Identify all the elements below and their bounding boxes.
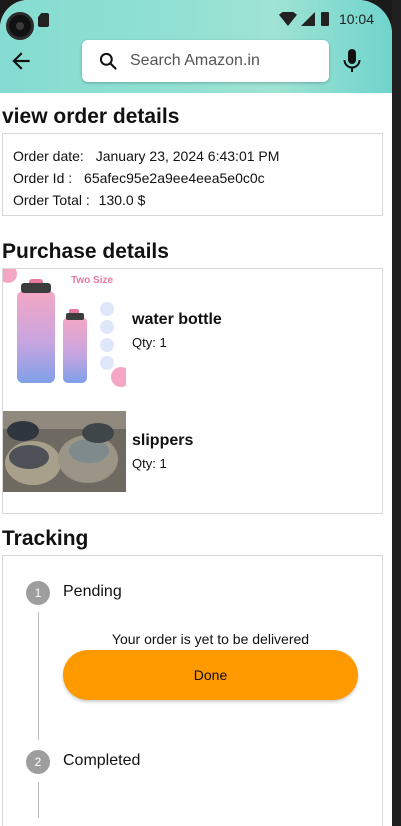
tracking-title: Tracking [2, 527, 89, 550]
water-bottle-image: Two Size [3, 269, 126, 391]
voice-search-button[interactable] [340, 47, 364, 75]
product-qty: Qty: 1 [132, 334, 167, 350]
phone-screen: 10:04 view order details [0, 0, 392, 826]
order-id-label: Order Id : [13, 170, 73, 186]
list-item[interactable]: slippers Qty: 1 [3, 411, 193, 492]
order-details-title: view order details [2, 105, 180, 128]
status-icons: 10:04 [278, 11, 374, 27]
order-date-row: Order date: January 23, 2024 6:43:01 PM [13, 148, 372, 164]
step-connector [38, 612, 39, 740]
order-id-row: Order Id : 65afec95e2a9ee4eea5e0c0c [13, 170, 372, 186]
product-name: slippers [132, 432, 194, 449]
tracking-message: Your order is yet to be delivered [111, 631, 310, 647]
image-caption: Two Size [71, 275, 113, 286]
slippers-image [3, 411, 126, 492]
wifi-icon [278, 12, 297, 26]
app-header: 10:04 [0, 0, 392, 93]
product-image-water-bottle: Two Size [3, 269, 126, 391]
search-input[interactable] [130, 52, 310, 70]
done-button[interactable]: Done [63, 650, 358, 700]
step-number: 2 [26, 750, 50, 774]
order-date-value: January 23, 2024 6:43:01 PM [95, 148, 280, 164]
product-image-slippers [3, 411, 126, 492]
product-name: water bottle [132, 310, 222, 328]
product-info: slippers Qty: 1 [132, 432, 193, 471]
order-total-label: Order Total : [13, 192, 90, 208]
microphone-icon [343, 49, 361, 72]
sim-card-icon [38, 13, 49, 27]
signal-icon [300, 12, 315, 26]
purchase-list-card: Two Size water bottle Qty: 1 slippers Qt… [2, 268, 383, 514]
status-bar: 10:04 [0, 6, 392, 32]
purchase-details-title: Purchase details [2, 240, 169, 263]
list-item[interactable]: Two Size water bottle Qty: 1 [3, 269, 222, 391]
step-connector [38, 782, 39, 818]
front-camera [6, 12, 34, 40]
battery-icon [320, 12, 329, 26]
step-number: 1 [26, 581, 50, 605]
search-icon [99, 52, 117, 70]
status-time: 10:04 [338, 11, 374, 27]
order-total-row: Order Total : 130.0 $ [13, 192, 372, 208]
product-qty: Qty: 1 [132, 456, 167, 471]
order-summary-card: Order date: January 23, 2024 6:43:01 PM … [2, 133, 383, 216]
arrow-left-icon [12, 52, 30, 70]
back-button[interactable] [8, 48, 34, 74]
order-id-value: 65afec95e2a9ee4eea5e0c0c [84, 170, 265, 186]
step-label: Completed [63, 752, 141, 769]
device-edge [392, 0, 401, 826]
step-label: Pending [63, 583, 122, 600]
product-info: water bottle Qty: 1 [132, 311, 222, 350]
order-total-value: 130.0 $ [98, 192, 146, 208]
search-bar[interactable] [82, 40, 329, 82]
order-date-label: Order date: [13, 148, 84, 164]
